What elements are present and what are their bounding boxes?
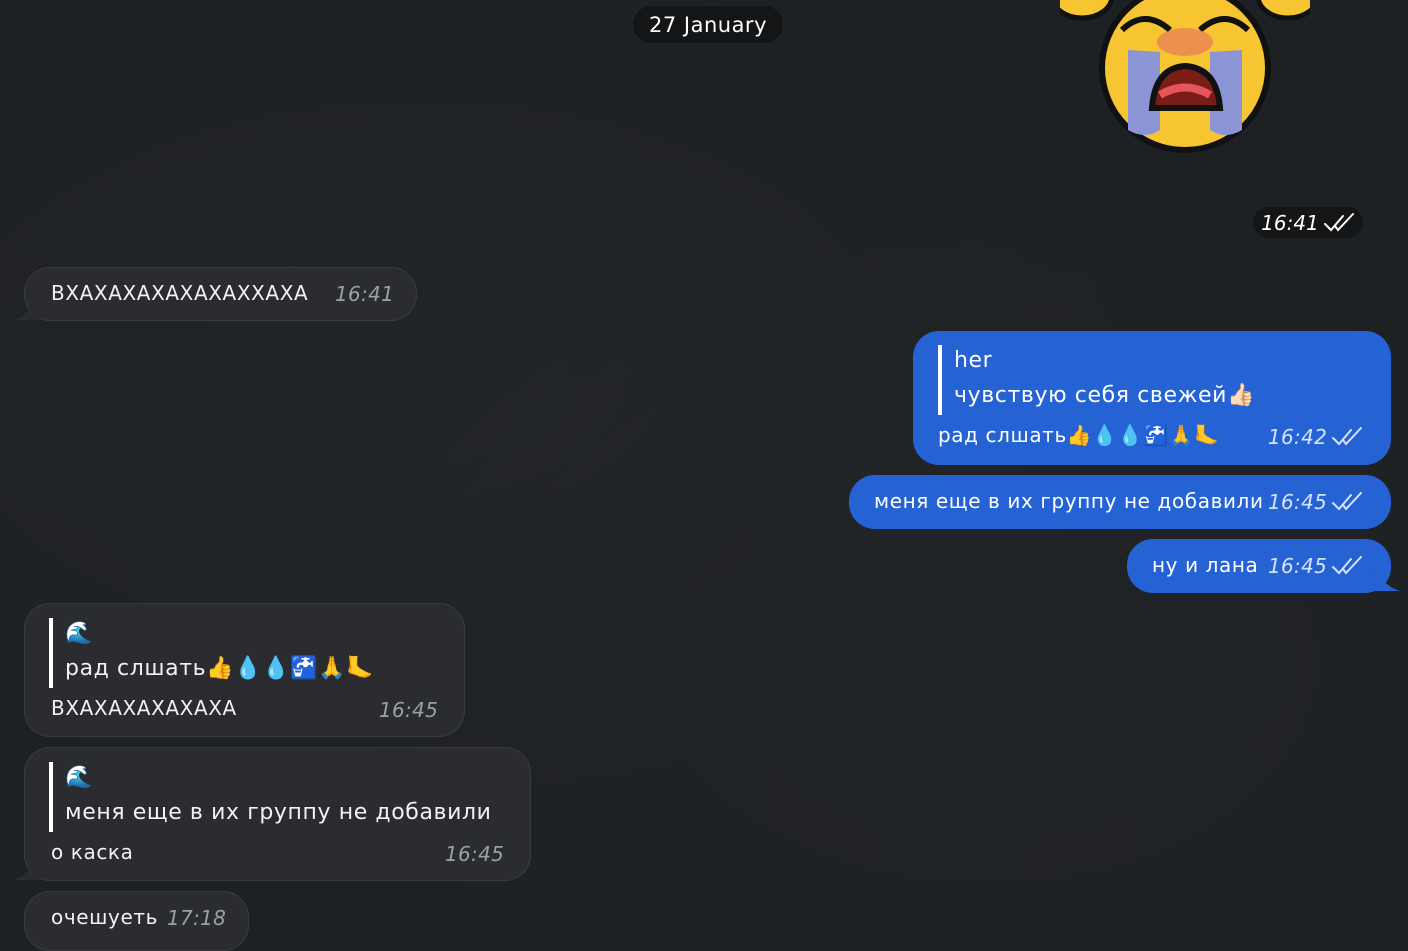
incoming-message[interactable]: ВХАХАХАХАХАХАХХАХА 16:41 bbox=[24, 267, 417, 321]
message-text: о каска bbox=[51, 840, 134, 864]
sticker-time: 16:41 bbox=[1261, 210, 1319, 235]
bubble-tail bbox=[1366, 571, 1400, 591]
reply-text: чувствую себя свежей👍🏻 bbox=[954, 383, 1256, 408]
reply-text: меня еще в их группу не добавили bbox=[65, 800, 492, 825]
message-text: ВХАХАХАХАХАХА bbox=[51, 696, 237, 720]
bubble-tail bbox=[14, 860, 42, 880]
message-text: рад слшать👍💧💧🚰🙏🦶 bbox=[938, 423, 1220, 447]
date-separator: 27 January bbox=[633, 6, 783, 43]
incoming-message[interactable]: очешуеть 17:18 bbox=[24, 891, 249, 951]
message-text: ВХАХАХАХАХАХАХХАХА bbox=[51, 281, 309, 305]
reply-author: her bbox=[954, 348, 993, 373]
outgoing-message[interactable]: ну и лана 16:45 bbox=[1127, 539, 1391, 593]
message-text: меня еще в их группу не добавили bbox=[874, 489, 1264, 513]
incoming-message[interactable]: 🌊 меня еще в их группу не добавили о кас… bbox=[24, 747, 531, 881]
message-time-text: 16:45 bbox=[1268, 554, 1328, 578]
message-time: 16:45 bbox=[1268, 554, 1363, 578]
reply-author: 🌊 bbox=[65, 765, 93, 790]
outgoing-message[interactable]: her чувствую себя свежей👍🏻 рад слшать👍💧💧… bbox=[913, 331, 1391, 465]
reply-author: 🌊 bbox=[65, 621, 93, 646]
reply-quote[interactable]: 🌊 меня еще в их группу не добавили bbox=[49, 762, 492, 832]
double-check-icon bbox=[1331, 427, 1363, 447]
bubble-tail bbox=[14, 300, 42, 320]
message-time-text: 16:42 bbox=[1268, 425, 1328, 449]
message-text: очешуеть bbox=[51, 905, 159, 929]
reply-text: рад слшать👍💧💧🚰🙏🦶 bbox=[65, 656, 375, 681]
double-check-icon bbox=[1323, 212, 1355, 233]
message-time: 16:42 bbox=[1268, 425, 1363, 449]
date-label: 27 January bbox=[648, 12, 767, 37]
message-time: 16:45 bbox=[1268, 490, 1363, 514]
message-time-text: 16:45 bbox=[1268, 490, 1328, 514]
outgoing-message[interactable]: меня еще в их группу не добавили 16:45 bbox=[849, 475, 1391, 529]
message-time: 17:18 bbox=[167, 906, 227, 930]
message-text: ну и лана bbox=[1152, 553, 1259, 577]
message-time: 16:45 bbox=[445, 842, 505, 866]
crying-face-sticker[interactable] bbox=[1060, 0, 1310, 160]
message-time: 16:41 bbox=[335, 282, 395, 306]
double-check-icon bbox=[1331, 492, 1363, 512]
reply-quote[interactable]: 🌊 рад слшать👍💧💧🚰🙏🦶 bbox=[49, 618, 374, 688]
incoming-message[interactable]: 🌊 рад слшать👍💧💧🚰🙏🦶 ВХАХАХАХАХАХА 16:45 bbox=[24, 603, 465, 737]
double-check-icon bbox=[1331, 556, 1363, 576]
reply-quote[interactable]: her чувствую себя свежей👍🏻 bbox=[938, 345, 1255, 415]
message-time: 16:45 bbox=[379, 698, 439, 722]
sticker-timestamp: 16:41 bbox=[1253, 207, 1363, 238]
